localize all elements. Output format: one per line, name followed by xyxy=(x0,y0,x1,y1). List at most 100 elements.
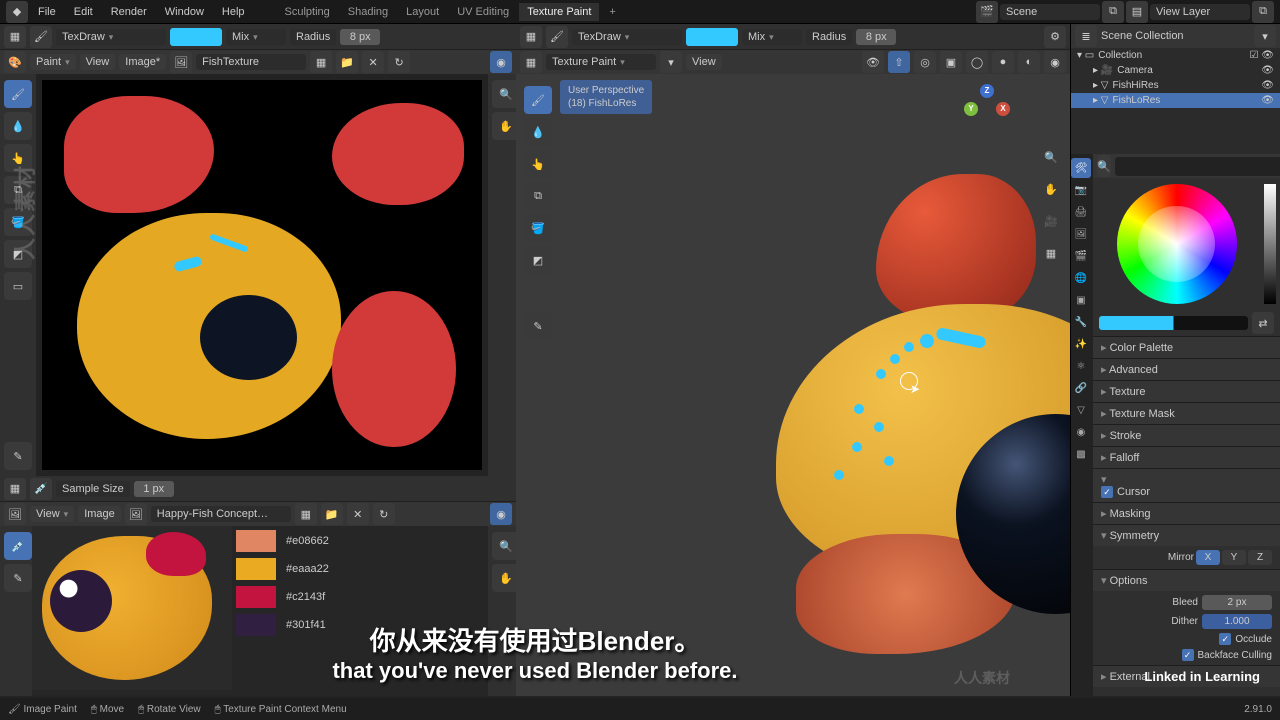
vp-tool-smear[interactable]: 👆 xyxy=(524,150,552,178)
view-layer-name[interactable]: View Layer xyxy=(1150,4,1250,20)
tool-clone[interactable]: ⧉ xyxy=(4,176,32,204)
sample-value[interactable]: 1 px xyxy=(134,481,174,497)
concept-preview[interactable] xyxy=(32,526,232,690)
sec-symmetry[interactable]: Symmetry xyxy=(1093,525,1280,546)
uv-snap-icon[interactable]: ◉ xyxy=(490,51,512,73)
ws-layout[interactable]: Layout xyxy=(398,3,447,21)
sec-advanced[interactable]: Advanced xyxy=(1093,359,1280,380)
brush-color[interactable] xyxy=(170,28,222,46)
vp-radius-value[interactable]: 8 px xyxy=(856,29,896,45)
scene-icon[interactable]: 🎬 xyxy=(976,1,998,23)
tool-draw[interactable]: 🖌 xyxy=(4,80,32,108)
axis-z[interactable]: Z xyxy=(980,84,994,98)
tool-annotate[interactable]: ✎ xyxy=(4,442,32,470)
uv-image-menu[interactable]: Image* xyxy=(119,54,166,70)
vp-shade-render-icon[interactable]: ◉ xyxy=(1044,51,1066,73)
ptab-render[interactable]: 📷 xyxy=(1071,180,1091,200)
mode-dropdown-icon[interactable]: 🎨 xyxy=(4,51,26,73)
ws-sculpting[interactable]: Sculpting xyxy=(277,3,338,21)
ref-image-name[interactable]: Happy-Fish Concept… xyxy=(151,506,291,522)
scene-new[interactable]: ⧉ xyxy=(1102,1,1124,23)
ref-new-icon[interactable]: ▦ xyxy=(295,503,317,525)
value-slider[interactable] xyxy=(1264,184,1276,304)
sec-options[interactable]: Options xyxy=(1093,570,1280,591)
tool-fill[interactable]: 🪣 xyxy=(4,208,32,236)
img-open-icon[interactable]: 📁 xyxy=(336,51,358,73)
ref-tool-icon[interactable]: ▦ xyxy=(4,478,26,500)
ws-add[interactable]: + xyxy=(601,3,623,21)
vp-blend-mode[interactable]: Mix xyxy=(742,29,802,45)
pal-swatch-3[interactable] xyxy=(236,586,276,608)
img-unlink-icon[interactable]: ✕ xyxy=(362,51,384,73)
vp-mode[interactable]: Texture Paint xyxy=(546,54,656,70)
vp-tool-dd-icon[interactable]: ▾ xyxy=(660,51,682,73)
sec-falloff[interactable]: Falloff xyxy=(1093,447,1280,468)
radius-value[interactable]: 8 px xyxy=(340,29,380,45)
bleed-value[interactable]: 2 px xyxy=(1202,595,1272,610)
outliner-row-camera[interactable]: ▸ 🎥Camera👁 xyxy=(1071,63,1280,78)
sec-cursor[interactable]: ✓Cursor xyxy=(1093,469,1280,502)
mirror-y[interactable]: Y xyxy=(1222,550,1246,565)
vp-brush-color[interactable] xyxy=(686,28,738,46)
occlude-check[interactable]: ✓ xyxy=(1219,633,1231,645)
layer-new[interactable]: ⧉ xyxy=(1252,1,1274,23)
uv-paint-menu[interactable]: Paint xyxy=(30,54,76,70)
tool-soften[interactable]: 💧 xyxy=(4,112,32,140)
vp-brush-select[interactable]: TexDraw xyxy=(572,29,682,45)
sec-stroke[interactable]: Stroke xyxy=(1093,425,1280,446)
vp-tool-fill[interactable]: 🪣 xyxy=(524,214,552,242)
ptab-view[interactable]: 🖼 xyxy=(1071,224,1091,244)
mirror-x[interactable]: X xyxy=(1196,550,1220,565)
sec-masking[interactable]: Masking xyxy=(1093,503,1280,524)
vp-tool-annotate[interactable]: ✎ xyxy=(524,312,552,340)
outliner-row-collection[interactable]: ▾ ▭Collection☑ 👁 xyxy=(1071,48,1280,63)
color-wheel[interactable] xyxy=(1117,184,1237,304)
ref-open-icon[interactable]: 📁 xyxy=(321,503,343,525)
vp-brush-icon[interactable]: 🖌 xyxy=(546,26,568,48)
vp-view-menu[interactable]: View xyxy=(686,54,722,70)
viewport-3d[interactable]: 🖌 💧 👆 ⧉ 🪣 ◩ ✎ User Perspective (18) Fish… xyxy=(516,74,1070,696)
props-pin-icon[interactable]: 🔍 xyxy=(1097,155,1111,177)
axis-x[interactable]: X xyxy=(996,102,1010,116)
vp-shade-solid-icon[interactable]: ● xyxy=(992,51,1014,73)
ref-image-browse-icon[interactable]: 🖼 xyxy=(125,503,147,525)
brush-color-strip[interactable] xyxy=(1099,316,1248,330)
props-search[interactable] xyxy=(1115,157,1280,176)
eyedropper-icon[interactable]: 💉 xyxy=(30,478,52,500)
vp-zoom-icon[interactable]: 🔍 xyxy=(1038,144,1064,170)
menu-edit[interactable]: Edit xyxy=(66,3,101,21)
vp-tool-clone[interactable]: ⧉ xyxy=(524,182,552,210)
outliner-filter-icon[interactable]: ▾ xyxy=(1254,25,1276,47)
uv-image-name[interactable]: FishTexture xyxy=(196,54,306,70)
ref-reload-icon[interactable]: ↻ xyxy=(373,503,395,525)
axis-y[interactable]: Y xyxy=(964,102,978,116)
ptab-world[interactable]: 🌐 xyxy=(1071,268,1091,288)
ref-sample-tool[interactable]: 💉 xyxy=(4,532,32,560)
ptab-object[interactable]: ▣ xyxy=(1071,290,1091,310)
pal-swatch-1[interactable] xyxy=(236,530,276,552)
backface-check[interactable]: ✓ xyxy=(1182,649,1194,661)
vp-overlay2-icon[interactable]: ◎ xyxy=(914,51,936,73)
blend-mode[interactable]: Mix xyxy=(226,29,286,45)
ref-view-menu[interactable]: View xyxy=(30,506,74,522)
menu-render[interactable]: Render xyxy=(103,3,155,21)
mirror-z[interactable]: Z xyxy=(1248,550,1272,565)
ref-snap-icon[interactable]: ◉ xyxy=(490,503,512,525)
menu-file[interactable]: File xyxy=(30,3,64,21)
sec-texture-mask[interactable]: Texture Mask xyxy=(1093,403,1280,424)
uv-view-menu[interactable]: View xyxy=(80,54,116,70)
nav-gizmo[interactable]: Z Y X xyxy=(964,84,1010,130)
image-browse-icon[interactable]: 🖼 xyxy=(170,51,192,73)
ref-image-menu[interactable]: Image xyxy=(78,506,121,522)
vp-overlay-icon[interactable]: 👁 xyxy=(862,51,884,73)
menu-help[interactable]: Help xyxy=(214,3,253,21)
vp-tool-mask[interactable]: ◩ xyxy=(524,246,552,274)
ptab-physics[interactable]: ⚛ xyxy=(1071,356,1091,376)
vp-xray-icon[interactable]: ▣ xyxy=(940,51,962,73)
ptab-scene[interactable]: 🎬 xyxy=(1071,246,1091,266)
uv-canvas[interactable] xyxy=(42,80,482,470)
vp-gizmo-icon[interactable]: ⇧ xyxy=(888,51,910,73)
swap-colors-icon[interactable]: ⇄ xyxy=(1252,312,1274,334)
vp-options-icon[interactable]: ⚙ xyxy=(1044,26,1066,48)
img-new-icon[interactable]: ▦ xyxy=(310,51,332,73)
